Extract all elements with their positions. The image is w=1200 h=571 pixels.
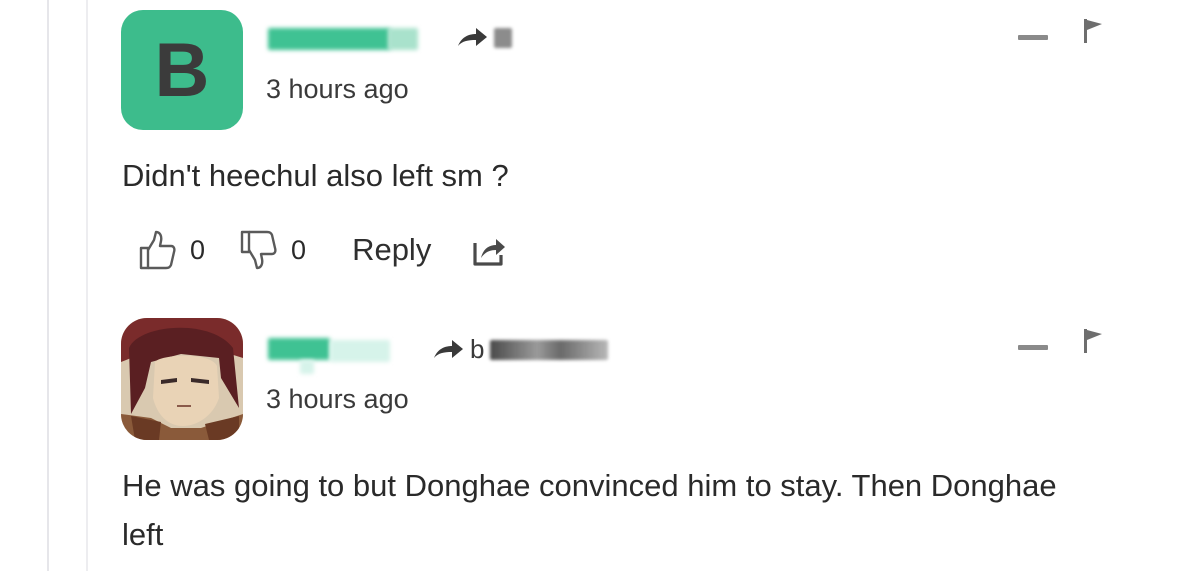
username-redacted[interactable]: [268, 28, 390, 50]
username-redacted-fade: [300, 360, 314, 374]
flag-icon[interactable]: [1082, 328, 1104, 354]
reply-target-redacted: [490, 339, 609, 360]
thumbs-up-icon: [139, 230, 176, 270]
share-icon[interactable]: [471, 233, 507, 267]
username-redacted-fade: [388, 28, 418, 50]
avatar[interactable]: B: [121, 10, 243, 130]
comment: B 3 hours ago Didn't heechul also left s…: [0, 0, 1200, 300]
reply-to-indicator[interactable]: b: [432, 334, 609, 365]
comment-timestamp[interactable]: 3 hours ago: [266, 74, 409, 105]
comment: b 3 hours ago He was going to but Dongha…: [0, 300, 1200, 571]
comment-body: Didn't heechul also left sm ?: [122, 158, 509, 193]
username-redacted-fade: [330, 340, 390, 362]
reply-target-initial: b: [470, 334, 485, 364]
flag-icon[interactable]: [1082, 18, 1104, 44]
share-arrow-icon: [458, 28, 487, 46]
collapse-button[interactable]: [1018, 345, 1048, 350]
avatar[interactable]: [121, 318, 243, 440]
username-redacted[interactable]: [268, 338, 330, 360]
comment-thread: B 3 hours ago Didn't heechul also left s…: [0, 0, 1200, 571]
comment-actions: 0 0 Reply: [138, 228, 507, 272]
anime-character-avatar: [121, 318, 243, 440]
comment-body: He was going to but Donghae convinced hi…: [122, 468, 1057, 552]
downvote-count: 0: [291, 234, 307, 265]
reply-to-indicator[interactable]: [456, 26, 512, 50]
collapse-button[interactable]: [1018, 35, 1048, 40]
reply-target-redacted: [494, 28, 512, 48]
comment-timestamp[interactable]: 3 hours ago: [266, 384, 409, 415]
upvote-button[interactable]: 0: [138, 230, 205, 270]
thumbs-down-icon: [240, 230, 277, 270]
share-arrow-icon: [434, 339, 463, 358]
reply-button[interactable]: Reply: [352, 232, 431, 268]
downvote-button[interactable]: 0: [239, 230, 306, 270]
upvote-count: 0: [190, 234, 206, 265]
